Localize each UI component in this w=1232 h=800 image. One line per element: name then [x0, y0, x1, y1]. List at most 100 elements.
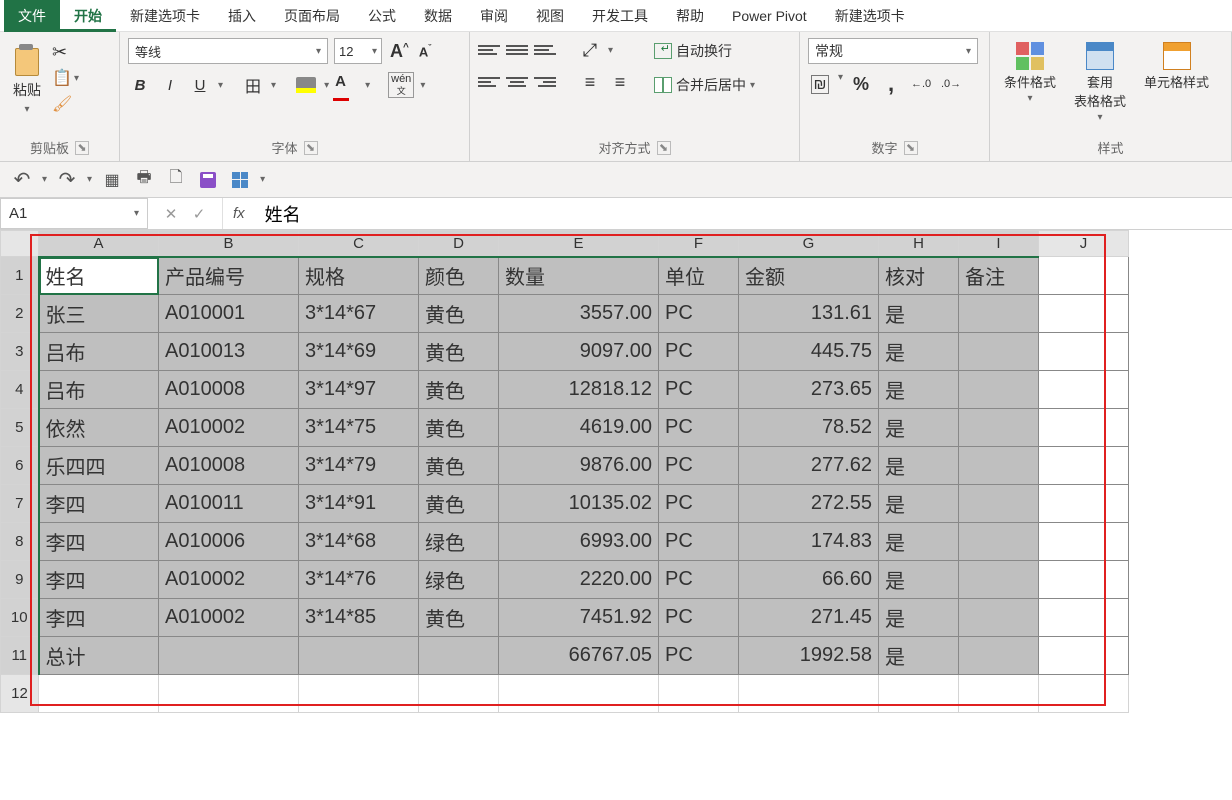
cell[interactable]: 黄色	[419, 485, 499, 523]
menu-formulas[interactable]: 公式	[354, 0, 410, 32]
cell[interactable]: 是	[879, 295, 959, 333]
cell[interactable]: 产品编号	[159, 257, 299, 295]
cell[interactable]	[959, 561, 1039, 599]
cell[interactable]	[159, 675, 299, 713]
cell[interactable]: 黄色	[419, 409, 499, 447]
cell[interactable]: 是	[879, 371, 959, 409]
cell[interactable]: 备注	[959, 257, 1039, 295]
cell[interactable]: 4619.00	[499, 409, 659, 447]
grow-font-icon[interactable]: A^	[388, 39, 411, 64]
align-right-icon[interactable]	[534, 72, 556, 92]
cell[interactable]: 3*14*67	[299, 295, 419, 333]
merge-center-button[interactable]: 合并后居中▾	[650, 72, 759, 98]
row-header[interactable]: 12	[1, 675, 39, 713]
menu-review[interactable]: 审阅	[466, 0, 522, 32]
cancel-icon[interactable]: ✕	[158, 201, 184, 227]
menu-view[interactable]: 视图	[522, 0, 578, 32]
row-header[interactable]: 2	[1, 295, 39, 333]
cell[interactable]: 12818.12	[499, 371, 659, 409]
font-size-select[interactable]: 12▾	[334, 38, 382, 64]
menu-data[interactable]: 数据	[410, 0, 466, 32]
increase-decimal-icon[interactable]	[909, 72, 933, 96]
qat-button[interactable]	[228, 168, 252, 192]
cell[interactable]	[879, 675, 959, 713]
cell[interactable]	[1039, 599, 1129, 637]
cell[interactable]: 单位	[659, 257, 739, 295]
row-header[interactable]: 7	[1, 485, 39, 523]
cell[interactable]: PC	[659, 599, 739, 637]
cell[interactable]: 6993.00	[499, 523, 659, 561]
cell[interactable]	[659, 675, 739, 713]
row-header[interactable]: 6	[1, 447, 39, 485]
cell[interactable]: 66.60	[739, 561, 879, 599]
font-name-select[interactable]: 等线▾	[128, 38, 328, 64]
menu-powerpivot[interactable]: Power Pivot	[718, 2, 821, 30]
cell[interactable]: 273.65	[739, 371, 879, 409]
cell[interactable]: 李四	[39, 561, 159, 599]
cell[interactable]	[39, 675, 159, 713]
cell[interactable]: 是	[879, 637, 959, 675]
save-button[interactable]	[196, 168, 220, 192]
cell[interactable]: 黄色	[419, 295, 499, 333]
menu-insert[interactable]: 插入	[214, 0, 270, 32]
cell[interactable]	[959, 599, 1039, 637]
cell[interactable]	[1039, 447, 1129, 485]
cell[interactable]	[959, 637, 1039, 675]
cell[interactable]	[419, 675, 499, 713]
cell[interactable]	[1039, 371, 1129, 409]
cell[interactable]	[299, 637, 419, 675]
chevron-down-icon[interactable]: ▾	[87, 174, 92, 185]
cell[interactable]	[959, 523, 1039, 561]
cell[interactable]: 姓名	[39, 257, 159, 295]
cell[interactable]: PC	[659, 333, 739, 371]
conditional-format-button[interactable]: 条件格式▾	[998, 38, 1062, 108]
cell[interactable]: A010002	[159, 409, 299, 447]
cell[interactable]: PC	[659, 371, 739, 409]
cell[interactable]: 金额	[739, 257, 879, 295]
cell[interactable]: 吕布	[39, 371, 159, 409]
cell[interactable]	[959, 371, 1039, 409]
cell[interactable]: 黄色	[419, 447, 499, 485]
cell[interactable]: 李四	[39, 485, 159, 523]
row-header[interactable]: 4	[1, 371, 39, 409]
dialog-launcher-icon[interactable]: ⬊	[75, 141, 89, 155]
menu-home[interactable]: 开始	[60, 0, 116, 32]
font-color-button[interactable]	[335, 73, 359, 97]
align-center-icon[interactable]	[506, 72, 528, 92]
cell[interactable]: A010002	[159, 599, 299, 637]
chevron-down-icon[interactable]: ▾	[260, 174, 265, 185]
cell[interactable]	[959, 447, 1039, 485]
number-format-select[interactable]: 常规▾	[808, 38, 978, 64]
cell-styles-button[interactable]: 单元格样式	[1138, 38, 1215, 95]
cell[interactable]: 吕布	[39, 333, 159, 371]
cell[interactable]	[419, 637, 499, 675]
menu-newtab2[interactable]: 新建选项卡	[821, 0, 919, 32]
align-middle-icon[interactable]	[506, 40, 528, 60]
cell[interactable]: A010001	[159, 295, 299, 333]
cell[interactable]: 174.83	[739, 523, 879, 561]
row-header[interactable]: 8	[1, 523, 39, 561]
cell[interactable]: 3*14*75	[299, 409, 419, 447]
cell[interactable]: 规格	[299, 257, 419, 295]
cell[interactable]: 黄色	[419, 333, 499, 371]
cell[interactable]: 277.62	[739, 447, 879, 485]
menu-help[interactable]: 帮助	[662, 0, 718, 32]
cell[interactable]	[1039, 523, 1129, 561]
chevron-down-icon[interactable]: ▾	[42, 174, 47, 185]
column-header[interactable]: E	[499, 231, 659, 257]
cell[interactable]: A010006	[159, 523, 299, 561]
row-header[interactable]: 5	[1, 409, 39, 447]
cell[interactable]: 272.55	[739, 485, 879, 523]
bold-button[interactable]: B	[128, 73, 152, 97]
cell[interactable]: 核对	[879, 257, 959, 295]
cell[interactable]: 绿色	[419, 523, 499, 561]
cell[interactable]: PC	[659, 637, 739, 675]
cell[interactable]: PC	[659, 561, 739, 599]
column-header[interactable]: H	[879, 231, 959, 257]
cell[interactable]: 李四	[39, 599, 159, 637]
column-header[interactable]: F	[659, 231, 739, 257]
cell[interactable]: 绿色	[419, 561, 499, 599]
cell[interactable]: PC	[659, 485, 739, 523]
enter-icon[interactable]: ✓	[186, 201, 212, 227]
qat-button[interactable]: 🗋	[164, 168, 188, 192]
